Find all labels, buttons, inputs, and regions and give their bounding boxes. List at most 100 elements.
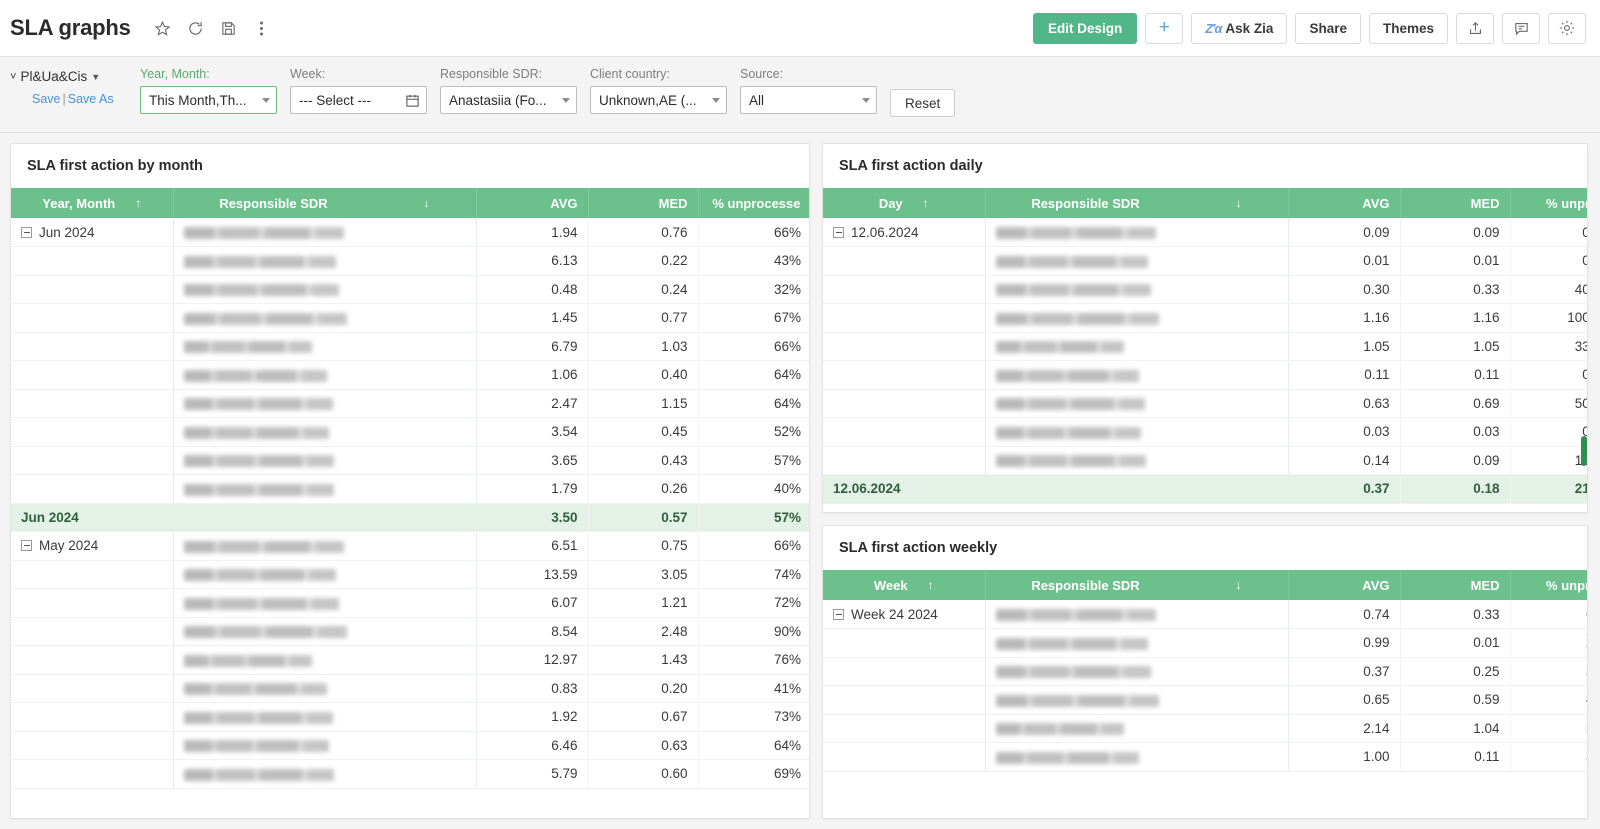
- filter-week-select[interactable]: --- Select ---: [290, 86, 427, 114]
- summary-avg-cell: 0.37: [1288, 474, 1401, 504]
- table-row[interactable]: 0.300.3340.0%: [823, 275, 1587, 304]
- column-header-unproce[interactable]: % unproce: [1510, 188, 1587, 218]
- table-row[interactable]: 1.45 0.77 67%: [11, 303, 809, 333]
- comment-icon[interactable]: [1502, 12, 1540, 44]
- filter-client-country-select[interactable]: Unknown,AE (...: [590, 86, 727, 114]
- summary-percent-cell: 21.1%: [1510, 474, 1587, 504]
- table-row[interactable]: 2.141.0458%: [823, 714, 1587, 743]
- table-row[interactable]: 3.65 0.43 57%: [11, 446, 809, 475]
- save-link[interactable]: Save: [32, 92, 61, 106]
- table-row[interactable]: 0.370.2531%: [823, 657, 1587, 686]
- table-row[interactable]: 0.110.110.0%: [823, 360, 1587, 390]
- settings-gear-icon[interactable]: [1548, 12, 1586, 44]
- table-row[interactable]: 2.47 1.15 64%: [11, 389, 809, 418]
- column-header-avg[interactable]: AVG: [1288, 188, 1401, 218]
- table-row[interactable]: 0.140.0912.5%: [823, 446, 1587, 475]
- table-row[interactable]: 0.650.5940%: [823, 685, 1587, 715]
- table-row[interactable]: 1.92 0.67 73%: [11, 702, 809, 732]
- table-row[interactable]: 0.630.6950.0%: [823, 389, 1587, 418]
- column-header-day[interactable]: Day ↑: [823, 188, 986, 218]
- column-header-responsible-sdr[interactable]: Responsible SDR ↓: [985, 188, 1289, 218]
- table-row[interactable]: 1.051.0533.3%: [823, 332, 1587, 361]
- table-row[interactable]: 0.48 0.24 32%: [11, 275, 809, 304]
- column-header-year-month[interactable]: Year, Month ↑: [11, 188, 174, 218]
- table-row[interactable]: 8.54 2.48 90%: [11, 617, 809, 646]
- avg-cell: 0.14: [1288, 446, 1401, 475]
- responsible-sdr-cell: [985, 218, 1289, 247]
- group-cell: [11, 417, 174, 447]
- collapse-group-icon[interactable]: [833, 226, 844, 238]
- column-header-avg[interactable]: AVG: [1288, 570, 1401, 600]
- table-row[interactable]: 0.83 0.20 41%: [11, 674, 809, 703]
- table-row[interactable]: Week 24 2024 0.740.3363%: [823, 600, 1587, 629]
- filter-source-select[interactable]: All: [740, 86, 877, 114]
- vertical-scrollbar-daily[interactable]: [1581, 436, 1587, 466]
- percent-unprocessed-cell: 20%: [1510, 628, 1587, 658]
- ask-zia-button[interactable]: Z′α Ask Zia: [1191, 12, 1288, 44]
- percent-unprocessed-cell: 66%: [698, 531, 809, 561]
- column-header-responsible-sdr[interactable]: Responsible SDR ↓: [173, 188, 477, 218]
- table-row[interactable]: 13.59 3.05 74%: [11, 560, 809, 589]
- table-scroll-by-month[interactable]: Year, Month ↑ Responsible SDR ↓ AVG MED % unpr…: [11, 188, 809, 818]
- column-header-week[interactable]: Week ↑: [823, 570, 986, 600]
- save-as-link[interactable]: Save As: [68, 92, 114, 106]
- responsible-sdr-cell: [985, 742, 1289, 772]
- table-row[interactable]: Jun 2024 1.94 0.76 66%: [11, 218, 809, 247]
- group-cell: [11, 360, 174, 390]
- table-row[interactable]: 6.46 0.63 64%: [11, 731, 809, 760]
- themes-button[interactable]: Themes: [1368, 12, 1448, 44]
- collapse-group-icon[interactable]: [833, 608, 844, 620]
- table-scroll-weekly[interactable]: Week↑Responsible SDR↓AVGMED% unproceWeek…: [823, 570, 1587, 818]
- table-row[interactable]: 6.79 1.03 66%: [11, 332, 809, 361]
- avg-cell: 0.83: [476, 674, 589, 703]
- table-row[interactable]: 0.030.030.0%: [823, 417, 1587, 447]
- column-header-avg[interactable]: AVG: [476, 188, 589, 218]
- table-row[interactable]: 6.07 1.21 72%: [11, 588, 809, 618]
- collapse-group-icon[interactable]: [21, 540, 32, 552]
- percent-unprocessed-cell: 0.0%: [1510, 360, 1587, 390]
- filter-set-selector[interactable]: ˅ Pl&Ua&Cis ▼: [10, 69, 140, 84]
- avg-cell: 8.54: [476, 617, 589, 646]
- refresh-icon[interactable]: [186, 19, 205, 38]
- column-header-med[interactable]: MED: [588, 188, 699, 218]
- more-options-icon[interactable]: [252, 19, 271, 38]
- table-row[interactable]: 0.010.010.0%: [823, 246, 1587, 276]
- column-header-unprocesse[interactable]: % unprocesse: [698, 188, 809, 218]
- column-header-med[interactable]: MED: [1400, 188, 1511, 218]
- save-icon[interactable]: [219, 19, 238, 38]
- table-row[interactable]: 1.161.16100.0%: [823, 303, 1587, 333]
- table-row[interactable]: 12.97 1.43 76%: [11, 645, 809, 675]
- edit-design-button[interactable]: Edit Design: [1033, 12, 1138, 44]
- share-button[interactable]: Share: [1295, 12, 1361, 44]
- table-row[interactable]: 1.79 0.26 40%: [11, 474, 809, 504]
- table-row[interactable]: May 2024 6.51 0.75 66%: [11, 531, 809, 561]
- table-scroll-daily[interactable]: Day ↑ Responsible SDR ↓ AVG MED % unproce 12.06…: [823, 188, 1587, 512]
- calendar-icon[interactable]: [405, 93, 420, 108]
- table-row[interactable]: 12.06.20240.090.090.0%: [823, 218, 1587, 247]
- table-row[interactable]: 5.79 0.60 69%: [11, 759, 809, 789]
- filter-year-month-select[interactable]: This Month,Th...: [140, 86, 277, 114]
- table-row[interactable]: 1.06 0.40 64%: [11, 360, 809, 390]
- filter-responsible-sdr-select[interactable]: Anastasiia (Fo...: [440, 86, 577, 114]
- percent-unprocessed-cell: 52%: [698, 417, 809, 447]
- column-header-unproce[interactable]: % unproce: [1510, 570, 1587, 600]
- top-bar-actions: Edit Design + Z′α Ask Zia Share Themes: [1033, 12, 1586, 44]
- add-button[interactable]: +: [1145, 12, 1184, 44]
- table-row[interactable]: 1.000.1133%: [823, 742, 1587, 772]
- summary-blank-cell: [173, 502, 476, 532]
- filter-bar: ˅ Pl&Ua&Cis ▼ Save | Save As Year, Month: …: [0, 57, 1600, 133]
- export-icon[interactable]: [1456, 12, 1494, 44]
- redacted-name: [183, 426, 329, 439]
- redacted-name: [183, 711, 333, 724]
- med-cell: 1.05: [1400, 332, 1511, 361]
- column-header-med[interactable]: MED: [1400, 570, 1511, 600]
- favorite-star-icon[interactable]: [153, 19, 172, 38]
- group-cell: [823, 246, 986, 276]
- reset-filters-button[interactable]: Reset: [890, 89, 956, 117]
- table-row[interactable]: 6.13 0.22 43%: [11, 246, 809, 276]
- table-row[interactable]: 0.990.0120%: [823, 628, 1587, 658]
- collapse-group-icon[interactable]: [21, 226, 32, 238]
- column-header-responsible-sdr[interactable]: Responsible SDR ↓: [985, 570, 1289, 600]
- card-sla-first-action-by-month: SLA first action by month Year, Month ↑ Re…: [10, 143, 810, 819]
- table-row[interactable]: 3.54 0.45 52%: [11, 417, 809, 447]
